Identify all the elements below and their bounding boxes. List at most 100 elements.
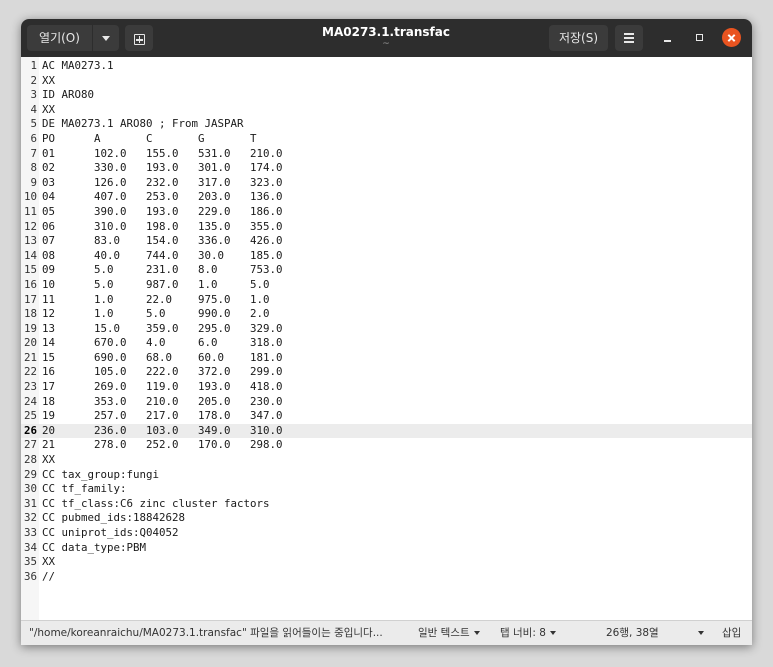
editor-line[interactable]: 14 08 40.0 744.0 30.0 185.0 bbox=[21, 249, 752, 264]
line-text[interactable]: CC tax_group:fungi bbox=[42, 468, 159, 483]
maximize-button[interactable] bbox=[691, 29, 709, 47]
line-text[interactable]: 10 5.0 987.0 1.0 5.0 bbox=[42, 278, 270, 293]
line-number: 9 bbox=[30, 175, 37, 189]
close-button[interactable] bbox=[722, 28, 741, 47]
editor-line[interactable]: 33 CC uniprot_ids:Q04052 bbox=[21, 526, 752, 541]
editor-line[interactable]: 29 CC tax_group:fungi bbox=[21, 468, 752, 483]
editor-line[interactable]: 17 11 1.0 22.0 975.0 1.0 bbox=[21, 293, 752, 308]
line-number: 5 bbox=[30, 117, 37, 131]
editor-line[interactable]: 19 13 15.0 359.0 295.0 329.0 bbox=[21, 322, 752, 337]
line-text[interactable]: AC MA0273.1 bbox=[42, 59, 114, 74]
editor-line[interactable]: 25 19 257.0 217.0 178.0 347.0 bbox=[21, 409, 752, 424]
text-editor[interactable]: 1 AC MA0273.1 2 XX 3 ID ARO80 4 XX 5 DE MA0273.1 … bbox=[21, 57, 752, 620]
line-text[interactable]: 09 5.0 231.0 8.0 753.0 bbox=[42, 263, 283, 278]
line-text[interactable]: 01 102.0 155.0 531.0 210.0 bbox=[42, 147, 283, 162]
line-text[interactable]: 07 83.0 154.0 336.0 426.0 bbox=[42, 234, 283, 249]
editor-line[interactable]: 11 05 390.0 193.0 229.0 186.0 bbox=[21, 205, 752, 220]
editor-line[interactable]: 28 XX bbox=[21, 453, 752, 468]
editor-line[interactable]: 18 12 1.0 5.0 990.0 2.0 bbox=[21, 307, 752, 322]
editor-line[interactable]: 1 AC MA0273.1 bbox=[21, 59, 752, 74]
line-text[interactable]: 02 330.0 193.0 301.0 174.0 bbox=[42, 161, 283, 176]
insert-mode[interactable]: 삽입 bbox=[722, 621, 741, 645]
editor-line[interactable]: 26 20 236.0 103.0 349.0 310.0 bbox=[21, 423, 752, 439]
editor-line[interactable]: 20 14 670.0 4.0 6.0 318.0 bbox=[21, 336, 752, 351]
line-text[interactable]: // bbox=[42, 570, 55, 585]
text-lines[interactable]: 1 AC MA0273.1 2 XX 3 ID ARO80 4 XX 5 DE MA0273.1 … bbox=[21, 59, 752, 584]
editor-line[interactable]: 15 09 5.0 231.0 8.0 753.0 bbox=[21, 263, 752, 278]
line-number: 36 bbox=[23, 569, 37, 583]
line-text[interactable]: 12 1.0 5.0 990.0 2.0 bbox=[42, 307, 270, 322]
line-text[interactable]: 03 126.0 232.0 317.0 323.0 bbox=[42, 176, 283, 191]
position-menu-button[interactable] bbox=[694, 621, 704, 645]
line-text[interactable]: CC pubmed_ids:18842628 bbox=[42, 511, 185, 526]
editor-line[interactable]: 7 01 102.0 155.0 531.0 210.0 bbox=[21, 147, 752, 162]
line-text[interactable]: XX bbox=[42, 453, 55, 468]
line-text[interactable]: 04 407.0 253.0 203.0 136.0 bbox=[42, 190, 283, 205]
new-tab-icon bbox=[133, 34, 145, 45]
editor-line[interactable]: 35 XX bbox=[21, 555, 752, 570]
line-text[interactable]: 15 690.0 68.0 60.0 181.0 bbox=[42, 351, 283, 366]
line-text[interactable]: ID ARO80 bbox=[42, 88, 94, 103]
line-text[interactable]: CC tf_family: bbox=[42, 482, 127, 497]
line-text[interactable]: 08 40.0 744.0 30.0 185.0 bbox=[42, 249, 283, 264]
editor-line[interactable]: 34 CC data_type:PBM bbox=[21, 541, 752, 556]
menu-button[interactable] bbox=[615, 25, 643, 51]
editor-line[interactable]: 2 XX bbox=[21, 74, 752, 89]
line-number: 30 bbox=[23, 482, 37, 496]
new-tab-button[interactable] bbox=[125, 25, 153, 51]
line-number: 8 bbox=[30, 161, 37, 175]
line-text[interactable]: 06 310.0 198.0 135.0 355.0 bbox=[42, 220, 283, 235]
editor-line[interactable]: 23 17 269.0 119.0 193.0 418.0 bbox=[21, 380, 752, 395]
line-number: 19 bbox=[23, 321, 37, 335]
editor-line[interactable]: 24 18 353.0 210.0 205.0 230.0 bbox=[21, 395, 752, 410]
save-button[interactable]: 저장(S) bbox=[549, 25, 608, 51]
editor-line[interactable]: 21 15 690.0 68.0 60.0 181.0 bbox=[21, 351, 752, 366]
line-text[interactable]: CC tf_class:C6 zinc cluster factors bbox=[42, 497, 270, 512]
line-text[interactable]: XX bbox=[42, 74, 55, 89]
editor-line[interactable]: 10 04 407.0 253.0 203.0 136.0 bbox=[21, 190, 752, 205]
line-text[interactable]: XX bbox=[42, 103, 55, 118]
headerbar: 열기(O) MA0273.1.transfac ~ 저장(S) bbox=[21, 19, 752, 57]
editor-line[interactable]: 4 XX bbox=[21, 103, 752, 118]
editor-line[interactable]: 31 CC tf_class:C6 zinc cluster factors bbox=[21, 497, 752, 512]
line-number: 35 bbox=[23, 555, 37, 569]
editor-line[interactable]: 8 02 330.0 193.0 301.0 174.0 bbox=[21, 161, 752, 176]
line-text[interactable]: 20 236.0 103.0 349.0 310.0 bbox=[42, 424, 283, 439]
cursor-position[interactable]: 26행, 38열 bbox=[606, 621, 659, 645]
line-number: 15 bbox=[23, 263, 37, 277]
line-text[interactable]: 05 390.0 193.0 229.0 186.0 bbox=[42, 205, 283, 220]
editor-line[interactable]: 9 03 126.0 232.0 317.0 323.0 bbox=[21, 176, 752, 191]
line-text[interactable]: 18 353.0 210.0 205.0 230.0 bbox=[42, 395, 283, 410]
editor-line[interactable]: 16 10 5.0 987.0 1.0 5.0 bbox=[21, 278, 752, 293]
editor-line[interactable]: 6 PO A C G T bbox=[21, 132, 752, 147]
line-text[interactable]: CC uniprot_ids:Q04052 bbox=[42, 526, 179, 541]
line-text[interactable]: DE MA0273.1 ARO80 ; From JASPAR bbox=[42, 117, 244, 132]
line-number: 6 bbox=[30, 131, 37, 145]
open-menu-button[interactable] bbox=[93, 25, 119, 51]
editor-line[interactable]: 5 DE MA0273.1 ARO80 ; From JASPAR bbox=[21, 117, 752, 132]
editor-line[interactable]: 3 ID ARO80 bbox=[21, 88, 752, 103]
editor-line[interactable]: 36 // bbox=[21, 570, 752, 585]
editor-line[interactable]: 30 CC tf_family: bbox=[21, 482, 752, 497]
editor-line[interactable]: 13 07 83.0 154.0 336.0 426.0 bbox=[21, 234, 752, 249]
chevron-down-icon bbox=[473, 631, 480, 635]
line-number: 33 bbox=[23, 526, 37, 539]
editor-line[interactable]: 22 16 105.0 222.0 372.0 299.0 bbox=[21, 365, 752, 380]
line-text[interactable]: 17 269.0 119.0 193.0 418.0 bbox=[42, 380, 283, 395]
line-text[interactable]: 21 278.0 252.0 170.0 298.0 bbox=[42, 438, 283, 453]
line-text[interactable]: CC data_type:PBM bbox=[42, 541, 146, 556]
editor-line[interactable]: 32 CC pubmed_ids:18842628 bbox=[21, 511, 752, 526]
tab-width-selector[interactable]: 탭 너비: 8 bbox=[500, 621, 556, 645]
line-text[interactable]: 13 15.0 359.0 295.0 329.0 bbox=[42, 322, 283, 337]
line-text[interactable]: 19 257.0 217.0 178.0 347.0 bbox=[42, 409, 283, 424]
language-selector[interactable]: 일반 텍스트 bbox=[418, 621, 480, 645]
open-button[interactable]: 열기(O) bbox=[27, 25, 92, 51]
editor-line[interactable]: 12 06 310.0 198.0 135.0 355.0 bbox=[21, 220, 752, 235]
line-text[interactable]: 11 1.0 22.0 975.0 1.0 bbox=[42, 293, 270, 308]
minimize-button[interactable] bbox=[659, 29, 677, 47]
line-text[interactable]: 14 670.0 4.0 6.0 318.0 bbox=[42, 336, 283, 351]
line-text[interactable]: XX bbox=[42, 555, 55, 570]
editor-line[interactable]: 27 21 278.0 252.0 170.0 298.0 bbox=[21, 438, 752, 453]
line-text[interactable]: 16 105.0 222.0 372.0 299.0 bbox=[42, 365, 283, 380]
line-text[interactable]: PO A C G T bbox=[42, 132, 257, 147]
